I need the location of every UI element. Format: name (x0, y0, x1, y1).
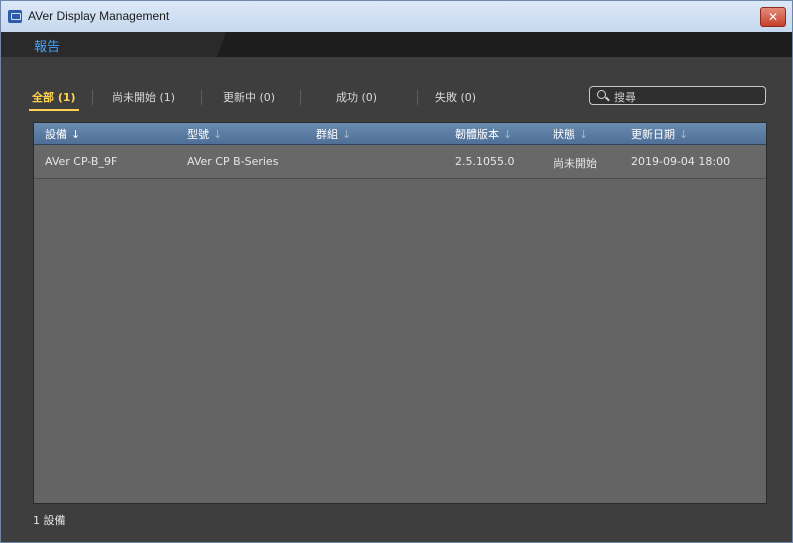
filter-failed[interactable]: 失敗 (0) (435, 89, 476, 105)
app-icon (8, 10, 22, 23)
table-row[interactable]: AVer CP-B_9F AVer CP B-Series 2.5.1055.0… (34, 145, 766, 179)
app-window: AVer Display Management ✕ 報告 全部 (1) 尚未開始… (0, 0, 793, 543)
filter-success[interactable]: 成功 (0) (336, 89, 377, 105)
filter-bar: 全部 (1) 尚未開始 (1) 更新中 (0) 成功 (0) 失敗 (0) 搜尋 (29, 86, 767, 111)
column-header-updated[interactable]: 更新日期 ↓ (631, 126, 688, 142)
cell-status: 尚未開始 (553, 157, 597, 170)
filter-separator (92, 90, 93, 105)
filter-separator (201, 90, 202, 105)
sort-arrow-icon: ↓ (503, 128, 513, 141)
search-icon (597, 90, 606, 99)
column-header-status[interactable]: 狀態 ↓ (553, 126, 588, 142)
sort-arrow-icon: ↓ (342, 128, 352, 141)
title-bar[interactable]: AVer Display Management ✕ (1, 1, 792, 32)
search-placeholder: 搜尋 (614, 91, 636, 104)
sort-arrow-icon: ↓ (579, 128, 589, 141)
device-table: 設備 ↓ 型號 ↓ 群組 ↓ 韌體版本 ↓ 狀態 ↓ 更新日期 ↓ AVer CP-B_9F… (33, 122, 767, 504)
table-header: 設備 ↓ 型號 ↓ 群組 ↓ 韌體版本 ↓ 狀態 ↓ 更新日期 ↓ (34, 123, 766, 145)
tab-report-label: 報告 (34, 40, 61, 55)
sort-arrow-icon: ↓ (71, 128, 81, 141)
menu-bar: 報告 (1, 32, 792, 57)
tab-report[interactable]: 報告 (1, 32, 226, 57)
sort-arrow-icon: ↓ (679, 128, 689, 141)
column-header-device[interactable]: 設備 ↓ (45, 126, 80, 142)
cell-firmware: 2.5.1055.0 (455, 155, 515, 168)
filter-all[interactable]: 全部 (1) (29, 89, 79, 111)
content-area: 全部 (1) 尚未開始 (1) 更新中 (0) 成功 (0) 失敗 (0) 搜尋… (1, 57, 792, 542)
column-header-group[interactable]: 群組 ↓ (316, 126, 351, 142)
filter-separator (300, 90, 301, 105)
search-input[interactable]: 搜尋 (589, 86, 766, 105)
cell-model: AVer CP B-Series (187, 155, 279, 168)
window-title: AVer Display Management (28, 9, 170, 23)
column-header-model[interactable]: 型號 ↓ (187, 126, 222, 142)
sort-arrow-icon: ↓ (213, 128, 223, 141)
close-icon: ✕ (767, 10, 779, 24)
cell-updated: 2019-09-04 18:00 (631, 155, 731, 168)
filter-not-started[interactable]: 尚未開始 (1) (112, 89, 175, 105)
cell-device: AVer CP-B_9F (45, 155, 118, 168)
filter-separator (417, 90, 418, 105)
device-count: 1 設備 (33, 514, 66, 527)
column-header-firmware[interactable]: 韌體版本 ↓ (455, 126, 512, 142)
filter-updating[interactable]: 更新中 (0) (223, 89, 275, 105)
close-button[interactable]: ✕ (760, 7, 786, 27)
